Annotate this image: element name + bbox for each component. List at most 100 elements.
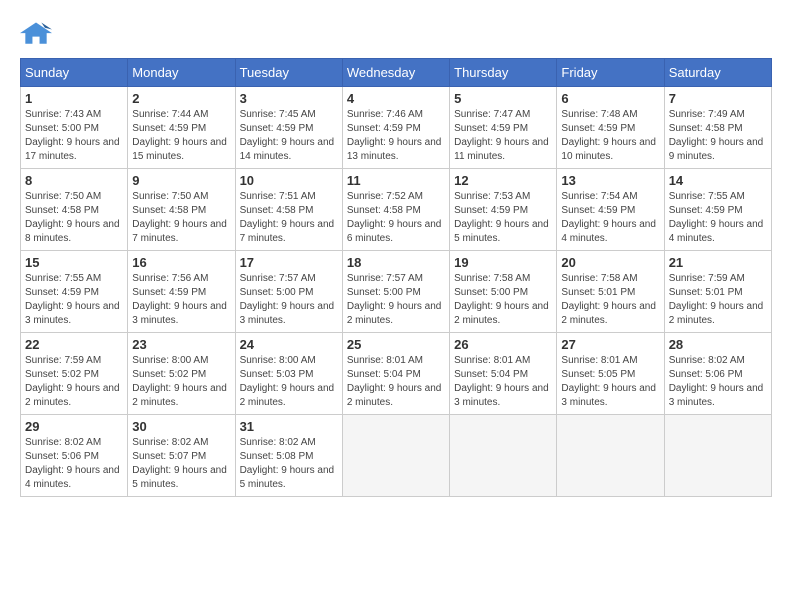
calendar-cell: 14 Sunrise: 7:55 AM Sunset: 4:59 PM Dayl… [664, 169, 771, 251]
sunrise-label: Sunrise: 7:49 AM [669, 109, 745, 120]
sunrise-label: Sunrise: 7:59 AM [669, 273, 745, 284]
sunrise-label: Sunrise: 8:01 AM [561, 355, 637, 366]
day-number: 6 [561, 91, 659, 106]
daylight-label: Daylight: 9 hours and 2 minutes. [347, 383, 442, 408]
calendar-header-row: SundayMondayTuesdayWednesdayThursdayFrid… [21, 59, 772, 87]
sunset-label: Sunset: 5:00 PM [347, 287, 421, 298]
sunset-label: Sunset: 5:00 PM [454, 287, 528, 298]
calendar-cell: 26 Sunrise: 8:01 AM Sunset: 5:04 PM Dayl… [450, 333, 557, 415]
day-number: 19 [454, 255, 552, 270]
day-number: 16 [132, 255, 230, 270]
day-info: Sunrise: 7:55 AM Sunset: 4:59 PM Dayligh… [25, 272, 123, 328]
day-number: 8 [25, 173, 123, 188]
day-number: 29 [25, 419, 123, 434]
sunrise-label: Sunrise: 7:56 AM [132, 273, 208, 284]
sunrise-label: Sunrise: 7:51 AM [240, 191, 316, 202]
day-info: Sunrise: 7:59 AM Sunset: 5:02 PM Dayligh… [25, 354, 123, 410]
day-info: Sunrise: 8:00 AM Sunset: 5:03 PM Dayligh… [240, 354, 338, 410]
calendar-cell: 4 Sunrise: 7:46 AM Sunset: 4:59 PM Dayli… [342, 87, 449, 169]
sunrise-label: Sunrise: 8:02 AM [669, 355, 745, 366]
calendar-cell: 15 Sunrise: 7:55 AM Sunset: 4:59 PM Dayl… [21, 251, 128, 333]
day-info: Sunrise: 7:49 AM Sunset: 4:58 PM Dayligh… [669, 108, 767, 164]
sunrise-label: Sunrise: 7:58 AM [454, 273, 530, 284]
calendar-week-2: 8 Sunrise: 7:50 AM Sunset: 4:58 PM Dayli… [21, 169, 772, 251]
calendar-cell: 28 Sunrise: 8:02 AM Sunset: 5:06 PM Dayl… [664, 333, 771, 415]
day-number: 22 [25, 337, 123, 352]
sunrise-label: Sunrise: 7:57 AM [240, 273, 316, 284]
sunrise-label: Sunrise: 7:45 AM [240, 109, 316, 120]
weekday-header-saturday: Saturday [664, 59, 771, 87]
sunset-label: Sunset: 4:59 PM [669, 205, 743, 216]
daylight-label: Daylight: 9 hours and 2 minutes. [132, 383, 227, 408]
day-number: 2 [132, 91, 230, 106]
sunrise-label: Sunrise: 7:50 AM [132, 191, 208, 202]
sunset-label: Sunset: 4:59 PM [561, 205, 635, 216]
day-info: Sunrise: 8:00 AM Sunset: 5:02 PM Dayligh… [132, 354, 230, 410]
day-info: Sunrise: 7:57 AM Sunset: 5:00 PM Dayligh… [240, 272, 338, 328]
sunrise-label: Sunrise: 8:00 AM [240, 355, 316, 366]
sunset-label: Sunset: 5:02 PM [25, 369, 99, 380]
sunset-label: Sunset: 5:04 PM [454, 369, 528, 380]
sunrise-label: Sunrise: 7:44 AM [132, 109, 208, 120]
day-info: Sunrise: 7:50 AM Sunset: 4:58 PM Dayligh… [25, 190, 123, 246]
weekday-header-sunday: Sunday [21, 59, 128, 87]
sunset-label: Sunset: 5:01 PM [561, 287, 635, 298]
day-info: Sunrise: 8:02 AM Sunset: 5:08 PM Dayligh… [240, 436, 338, 492]
day-info: Sunrise: 7:55 AM Sunset: 4:59 PM Dayligh… [669, 190, 767, 246]
daylight-label: Daylight: 9 hours and 11 minutes. [454, 137, 549, 162]
sunset-label: Sunset: 4:58 PM [347, 205, 421, 216]
day-info: Sunrise: 8:02 AM Sunset: 5:06 PM Dayligh… [25, 436, 123, 492]
day-number: 12 [454, 173, 552, 188]
day-info: Sunrise: 8:01 AM Sunset: 5:04 PM Dayligh… [454, 354, 552, 410]
daylight-label: Daylight: 9 hours and 2 minutes. [454, 301, 549, 326]
page-header [20, 20, 772, 48]
calendar-cell: 16 Sunrise: 7:56 AM Sunset: 4:59 PM Dayl… [128, 251, 235, 333]
day-info: Sunrise: 7:54 AM Sunset: 4:59 PM Dayligh… [561, 190, 659, 246]
day-info: Sunrise: 8:02 AM Sunset: 5:07 PM Dayligh… [132, 436, 230, 492]
sunrise-label: Sunrise: 7:57 AM [347, 273, 423, 284]
calendar-cell: 1 Sunrise: 7:43 AM Sunset: 5:00 PM Dayli… [21, 87, 128, 169]
sunrise-label: Sunrise: 7:58 AM [561, 273, 637, 284]
day-number: 20 [561, 255, 659, 270]
sunset-label: Sunset: 4:59 PM [561, 123, 635, 134]
day-info: Sunrise: 7:50 AM Sunset: 4:58 PM Dayligh… [132, 190, 230, 246]
sunset-label: Sunset: 4:59 PM [132, 287, 206, 298]
day-info: Sunrise: 7:53 AM Sunset: 4:59 PM Dayligh… [454, 190, 552, 246]
calendar-cell [557, 415, 664, 497]
daylight-label: Daylight: 9 hours and 4 minutes. [669, 219, 764, 244]
sunset-label: Sunset: 4:59 PM [454, 205, 528, 216]
calendar-cell: 24 Sunrise: 8:00 AM Sunset: 5:03 PM Dayl… [235, 333, 342, 415]
calendar-cell [664, 415, 771, 497]
daylight-label: Daylight: 9 hours and 2 minutes. [347, 301, 442, 326]
day-number: 7 [669, 91, 767, 106]
calendar-week-5: 29 Sunrise: 8:02 AM Sunset: 5:06 PM Dayl… [21, 415, 772, 497]
daylight-label: Daylight: 9 hours and 4 minutes. [25, 465, 120, 490]
daylight-label: Daylight: 9 hours and 3 minutes. [240, 301, 335, 326]
day-number: 25 [347, 337, 445, 352]
logo-icon [20, 20, 52, 48]
day-info: Sunrise: 7:51 AM Sunset: 4:58 PM Dayligh… [240, 190, 338, 246]
calendar-table: SundayMondayTuesdayWednesdayThursdayFrid… [20, 58, 772, 497]
calendar-cell: 20 Sunrise: 7:58 AM Sunset: 5:01 PM Dayl… [557, 251, 664, 333]
day-info: Sunrise: 7:52 AM Sunset: 4:58 PM Dayligh… [347, 190, 445, 246]
sunset-label: Sunset: 5:00 PM [240, 287, 314, 298]
day-number: 1 [25, 91, 123, 106]
day-number: 10 [240, 173, 338, 188]
day-number: 5 [454, 91, 552, 106]
calendar-cell: 25 Sunrise: 8:01 AM Sunset: 5:04 PM Dayl… [342, 333, 449, 415]
sunset-label: Sunset: 5:01 PM [669, 287, 743, 298]
day-info: Sunrise: 8:02 AM Sunset: 5:06 PM Dayligh… [669, 354, 767, 410]
sunset-label: Sunset: 4:58 PM [25, 205, 99, 216]
day-number: 21 [669, 255, 767, 270]
day-number: 4 [347, 91, 445, 106]
sunrise-label: Sunrise: 7:43 AM [25, 109, 101, 120]
daylight-label: Daylight: 9 hours and 4 minutes. [561, 219, 656, 244]
sunrise-label: Sunrise: 7:50 AM [25, 191, 101, 202]
daylight-label: Daylight: 9 hours and 3 minutes. [561, 383, 656, 408]
logo [20, 20, 56, 48]
sunrise-label: Sunrise: 8:02 AM [25, 437, 101, 448]
calendar-cell: 29 Sunrise: 8:02 AM Sunset: 5:06 PM Dayl… [21, 415, 128, 497]
calendar-cell: 13 Sunrise: 7:54 AM Sunset: 4:59 PM Dayl… [557, 169, 664, 251]
weekday-header-monday: Monday [128, 59, 235, 87]
daylight-label: Daylight: 9 hours and 7 minutes. [240, 219, 335, 244]
